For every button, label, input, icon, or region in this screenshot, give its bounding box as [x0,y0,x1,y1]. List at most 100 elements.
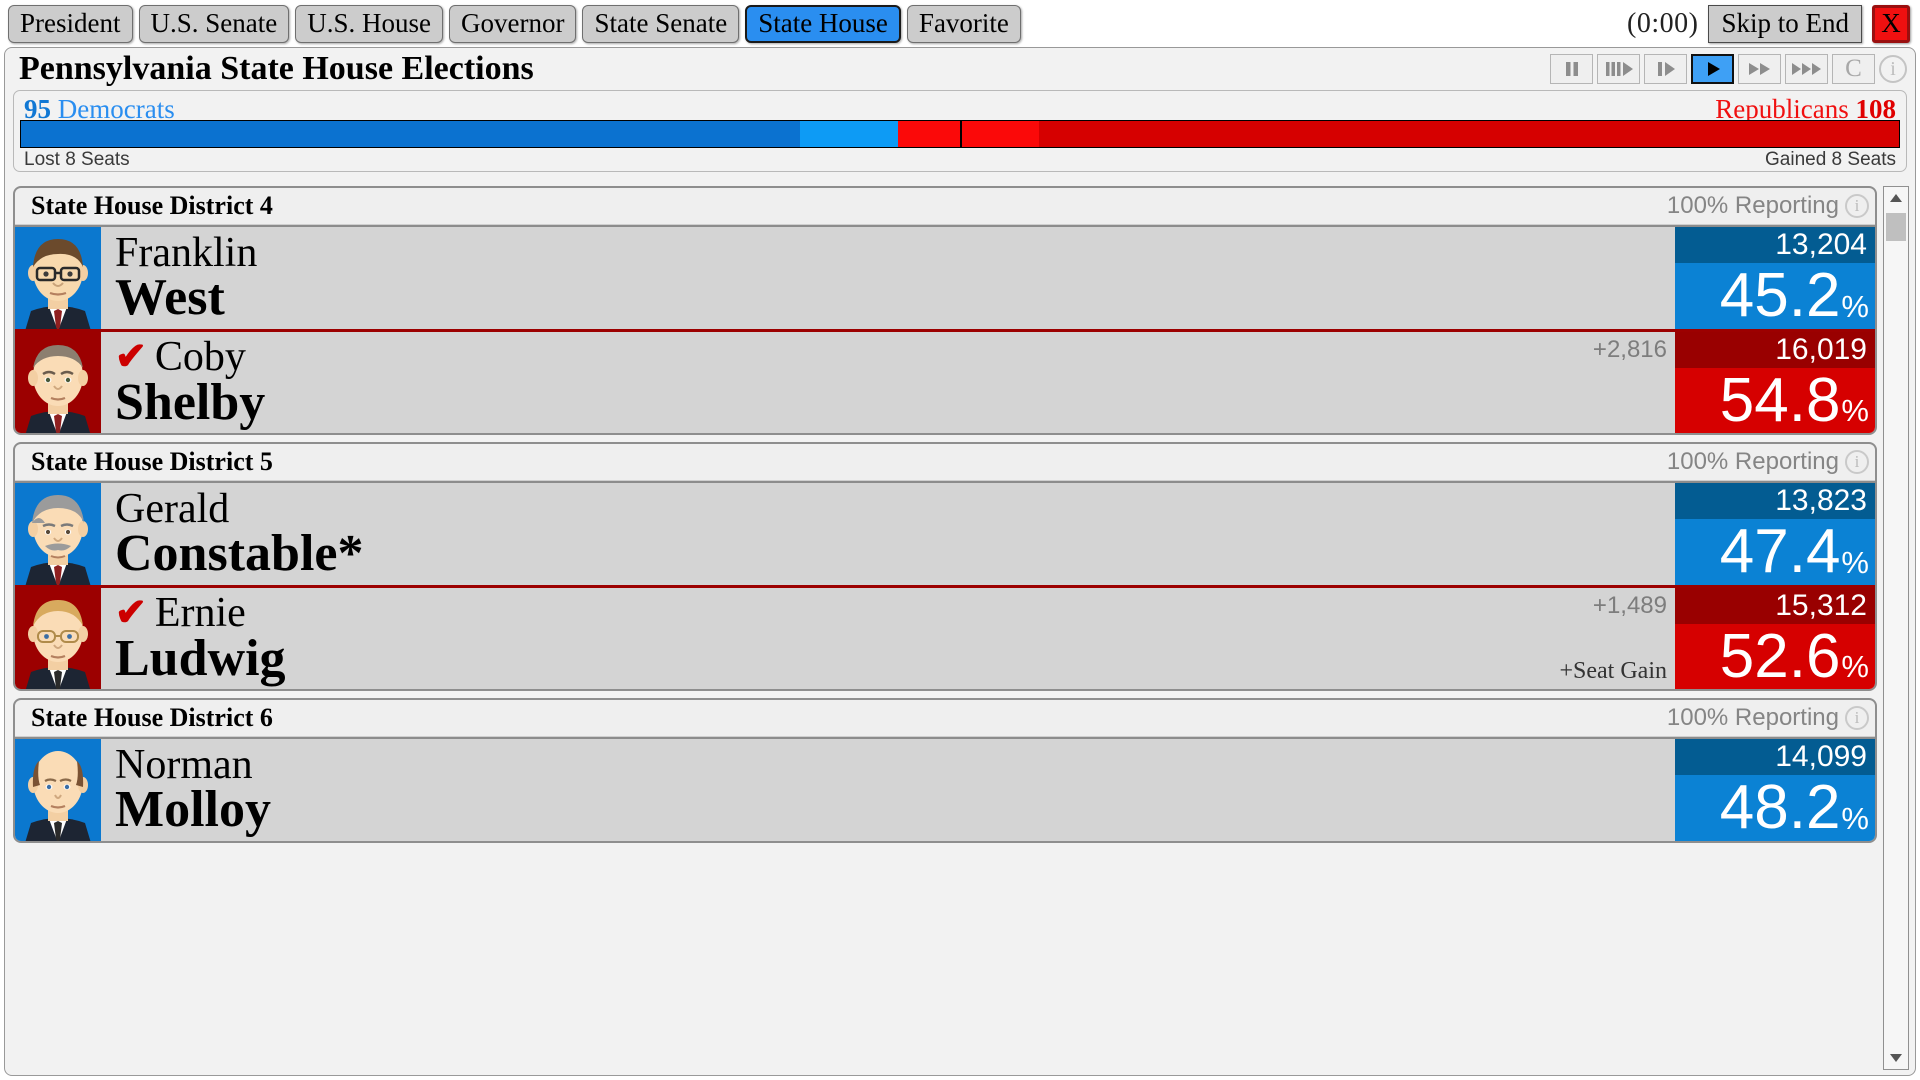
vote-percentage-value: 47.4 [1719,517,1841,586]
candidate-row[interactable]: Gerald Constable* 13,823 47.4% [15,481,1875,585]
tab-us-senate[interactable]: U.S. Senate [138,4,290,43]
district-header-right: 100% Reporting i [1667,448,1869,476]
avatar [15,739,101,841]
tab-state-house[interactable]: State House [745,4,901,43]
seat-bar-democrat-hold [21,121,801,147]
page-title: Pennsylvania State House Elections [19,50,534,87]
candidate-last-name: West [115,269,225,327]
candidate-last-name: Constable* [115,525,364,583]
candidate-last-name: Ludwig [115,629,286,687]
vote-count: 13,204 [1675,227,1875,263]
percent-symbol: % [1841,289,1869,324]
tab-governor[interactable]: Governor [449,4,577,43]
topbar-right-controls: (0:00) Skip to End X [1627,4,1920,43]
vote-percentage-value: 45.2 [1719,261,1841,330]
vote-percentage: 45.2% [1675,263,1875,329]
close-button[interactable]: X [1872,4,1910,43]
candidate-name-block: Gerald Constable* [101,483,1665,585]
candidate-first-name: Coby [154,334,246,381]
percent-symbol: % [1841,393,1869,428]
candidate-name-block: ✔ Ernie Ludwig [101,588,1559,689]
candidate-row[interactable]: Franklin West 13,204 45.2% [15,225,1875,329]
scrollbar-track[interactable] [1884,209,1908,1047]
info-icon[interactable]: i [1879,55,1907,83]
district-header: State House District 6 100% Reporting i [15,700,1875,737]
tab-president[interactable]: President [8,4,133,43]
district-header: State House District 4 100% Reporting i [15,188,1875,225]
seat-bar-democrat-light [800,121,898,147]
vote-percentage: 48.2% [1675,775,1875,841]
seat-bar-republican-light [898,121,1039,147]
skip-to-end-button[interactable]: Skip to End [1708,4,1862,43]
reporting-status: 100% Reporting [1666,192,1839,219]
vote-percentage-value: 54.8 [1719,365,1841,435]
vote-count: 15,312 [1675,588,1875,624]
vote-percentage-value: 52.6 [1719,621,1841,691]
reporting-status: 100% Reporting [1666,448,1839,475]
play-button[interactable] [1691,54,1734,84]
avatar [15,483,101,585]
candidate-row[interactable]: ✔ Ernie Ludwig +1,489 +Seat Gain 15,312 … [15,585,1875,689]
candidate-first-name: Ernie [154,590,246,637]
vote-percentage: 54.8% [1675,368,1875,433]
fast-forward-button[interactable] [1738,54,1781,84]
district-card: State House District 6 100% Reporting i [13,698,1877,843]
reporting-status: 100% Reporting [1666,704,1839,731]
candidate-first-name-line: Franklin [115,229,1665,276]
district-info-icon[interactable]: i [1845,194,1869,218]
results-area: State House District 4 100% Reporting i [13,186,1909,1070]
candidate-margin-column: +2,816 [1593,332,1675,433]
percent-symbol: % [1841,545,1869,580]
candidate-first-name: Norman [115,741,253,788]
candidate-row[interactable]: Norman Molloy 14,099 48.2% [15,737,1875,841]
seat-bar-majority-line [960,121,962,147]
avatar [15,588,101,689]
playback-controls: C i [1550,54,1907,84]
scrollbar-thumb[interactable] [1886,213,1906,241]
main-panel: Pennsylvania State House Elections C i 9… [4,47,1916,1076]
winner-check-icon: ✔ [115,336,147,379]
seat-gain-note: +Seat Gain [1559,658,1667,684]
candidate-margin-column [1665,739,1675,841]
pause-button[interactable] [1550,54,1593,84]
candidate-first-name-line: ✔ Ernie [115,592,1559,635]
results-scrollbar[interactable] [1883,186,1909,1070]
candidate-margin-column [1665,483,1675,585]
democrat-seat-change: Lost 8 Seats [24,149,130,170]
tab-state-senate[interactable]: State Senate [582,4,740,43]
candidate-row[interactable]: ✔ Coby Shelby +2,816 16,019 54.8% [15,329,1875,433]
candidate-first-name: Franklin [115,229,258,276]
very-fast-forward-button[interactable] [1785,54,1828,84]
candidate-margin-column [1665,227,1675,329]
district-title: State House District 5 [31,447,273,476]
district-header: State House District 5 100% Reporting i [15,444,1875,481]
tab-favorite[interactable]: Favorite [906,4,1021,43]
candidate-last-name: Molloy [115,781,271,839]
seat-summary: 95 Democrats Republicans 108 Lost 8 Seat… [13,90,1907,172]
rewind-step-button[interactable] [1597,54,1640,84]
candidate-name-block: ✔ Coby Shelby [101,332,1593,433]
countdown-timer: (0:00) [1627,7,1699,39]
step-button[interactable] [1644,54,1687,84]
candidate-results: 14,099 48.2% [1675,739,1875,841]
district-info-icon[interactable]: i [1845,450,1869,474]
district-results-list[interactable]: State House District 4 100% Reporting i [13,186,1877,1070]
scroll-down-arrow-icon[interactable] [1884,1047,1908,1069]
district-card: State House District 5 100% Reporting i [13,442,1877,691]
candidate-results: 16,019 54.8% [1675,332,1875,433]
avatar [15,332,101,433]
tab-us-house[interactable]: U.S. House [295,4,443,43]
c-button[interactable]: C [1832,54,1875,84]
scroll-up-arrow-icon[interactable] [1884,187,1908,209]
candidate-results: 15,312 52.6% [1675,588,1875,689]
candidate-last-name: Shelby [115,373,266,431]
race-tab-list: President U.S. Senate U.S. House Governo… [0,4,1021,43]
top-navigation-bar: President U.S. Senate U.S. House Governo… [0,0,1920,47]
winner-check-icon: ✔ [115,592,147,635]
candidate-margin-column: +1,489 +Seat Gain [1559,588,1675,689]
district-card: State House District 4 100% Reporting i [13,186,1877,435]
district-info-icon[interactable]: i [1845,706,1869,730]
vote-count: 16,019 [1675,332,1875,368]
republican-seat-change: Gained 8 Seats [1765,149,1896,170]
candidate-first-name-line: Gerald [115,487,1665,531]
